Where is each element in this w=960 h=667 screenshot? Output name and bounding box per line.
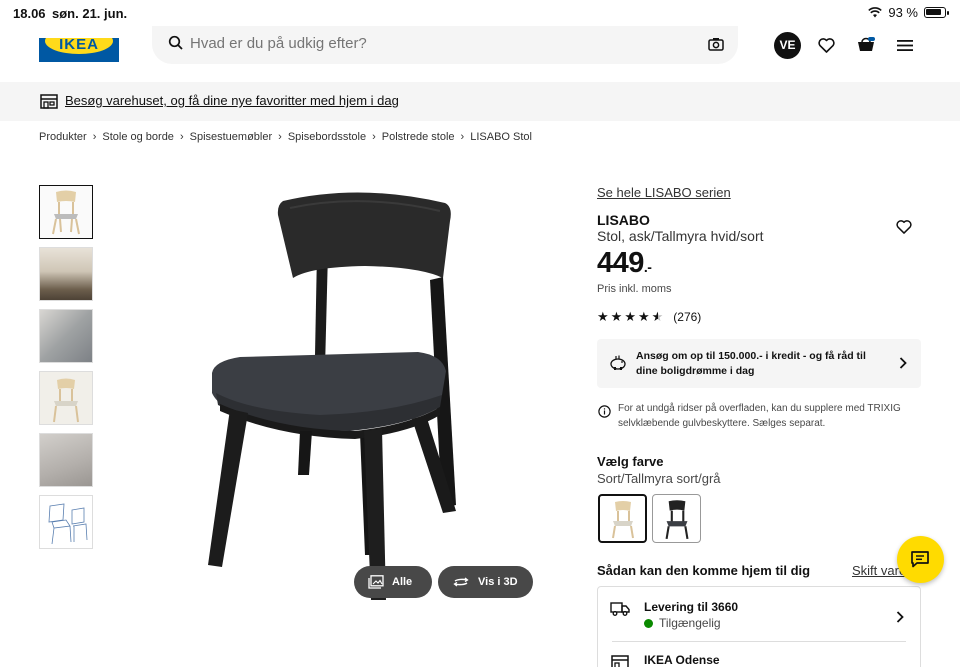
status-time: 18.06 [13,6,46,21]
breadcrumb-item[interactable]: Spisebordsstole [288,131,366,143]
product-description: Stol, ask/Tallmyra hvid/sort [597,228,764,244]
store-icon [611,655,629,667]
thumbnail-1[interactable] [39,185,93,239]
gallery-icon [368,575,384,589]
star-icon: ★ [637,309,650,324]
black-chair-image [208,192,456,600]
favourites-icon[interactable] [818,38,835,53]
black-chair-swatch-image [665,500,689,540]
available-dot-icon [644,619,653,629]
light-chair-swatch-image [612,501,634,539]
search-bar[interactable] [152,26,738,64]
breadcrumb-item[interactable]: Polstrede stole [382,131,455,143]
delivery-option-row[interactable]: Levering til 3660 Tilgængelig [598,587,920,642]
status-date: søn. 21. jun. [52,6,128,21]
thumbnail-5[interactable] [39,433,93,487]
truck-icon [610,602,630,616]
delivery-label: Levering til 3660 [644,600,739,614]
thumbnail-4[interactable] [39,371,93,425]
breadcrumb-item[interactable]: Produkter [39,131,87,143]
delivery-section-title: Sådan kan den komme hjem til dig [597,563,811,578]
credit-offer-text: Ansøg om op til 150.000.- i kredit - og … [636,350,866,377]
add-to-favourites-icon[interactable] [896,220,912,234]
chevron-right-icon: › [372,131,376,143]
hamburger-menu-icon[interactable] [897,39,913,52]
battery-percent: 93 % [888,5,918,20]
half-star-icon: ★ [651,309,664,324]
info-text: For at undgå ridser på overfladen, kan d… [618,403,901,429]
product-price: 449.- [597,247,652,279]
color-swatch-black[interactable] [652,494,701,543]
chevron-right-icon: › [179,131,184,143]
status-right: 93 % [868,5,949,20]
view-3d-label: Vis i 3D [478,576,518,588]
star-icon: ★ [597,309,609,324]
chair-drawing-image [48,503,88,545]
view-3d-button[interactable]: Vis i 3D [438,566,533,598]
search-input[interactable] [190,35,670,52]
vat-note: Pris inkl. moms [597,283,672,295]
store-banner-link[interactable]: Besøg varehuset, og få dine nye favoritt… [65,93,399,108]
store-icon [40,94,58,109]
info-icon [598,405,611,418]
chat-icon [911,551,929,568]
thumbnail-list [39,185,93,557]
star-icon: ★ [610,309,623,324]
product-main-image[interactable] [150,175,550,605]
ikea-logo[interactable]: IKEA [39,38,119,62]
chevron-right-icon [896,611,904,623]
chevron-right-icon: › [278,131,282,143]
divider [612,641,906,642]
camera-search-icon[interactable] [708,37,724,51]
breadcrumb-item[interactable]: Spisestuemøbler [190,131,273,143]
selected-color: Sort/Tallmyra sort/grå [597,471,721,486]
review-count: (276) [673,310,702,324]
chevron-right-icon: › [92,131,97,143]
rating-stars[interactable]: ★ ★ ★ ★ ★ (276) [597,309,701,325]
series-link[interactable]: Se hele LISABO serien [597,185,731,200]
thumbnail-6[interactable] [39,495,93,549]
chair-thumbnail-image [53,378,79,423]
color-swatch-light[interactable] [598,494,647,543]
shopping-bag-icon[interactable] [856,37,876,53]
credit-offer-card[interactable]: Ansøg om op til 150.000.- i kredit - og … [597,339,921,388]
chevron-right-icon [899,357,907,369]
chat-button[interactable] [897,536,944,583]
site-header: IKEA VE [0,26,960,70]
color-title: Vælg farve [597,454,664,469]
star-icon: ★ [624,309,636,324]
piggy-bank-icon [610,355,626,370]
ios-status-bar: 18.06 søn. 21. jun. ikea.com 93 % [0,0,960,38]
battery-icon [924,7,949,18]
delivery-status: Tilgængelig [644,616,721,630]
store-label: IKEA Odense [644,653,720,667]
product-name: LISABO [597,212,650,228]
thumbnail-3[interactable] [39,309,93,363]
breadcrumb: Produkter › Stole og borde › Spisestuemøbl… [39,131,532,143]
all-media-label: Alle [392,576,413,588]
user-avatar[interactable]: VE [774,32,801,59]
chevron-right-icon: › [460,131,465,143]
chair-thumbnail-image [52,190,80,235]
breadcrumb-current: LISABO Stol [470,131,532,143]
breadcrumb-item[interactable]: Stole og borde [102,131,174,143]
rotate-3d-icon [453,577,469,587]
search-icon [168,35,183,50]
thumbnail-2[interactable] [39,247,93,301]
all-media-button[interactable]: Alle [354,566,432,598]
delivery-options: Levering til 3660 Tilgængelig IKEA Odens… [597,586,921,667]
store-banner: Besøg varehuset, og få dine nye favoritt… [0,82,960,121]
wifi-icon [868,7,883,18]
